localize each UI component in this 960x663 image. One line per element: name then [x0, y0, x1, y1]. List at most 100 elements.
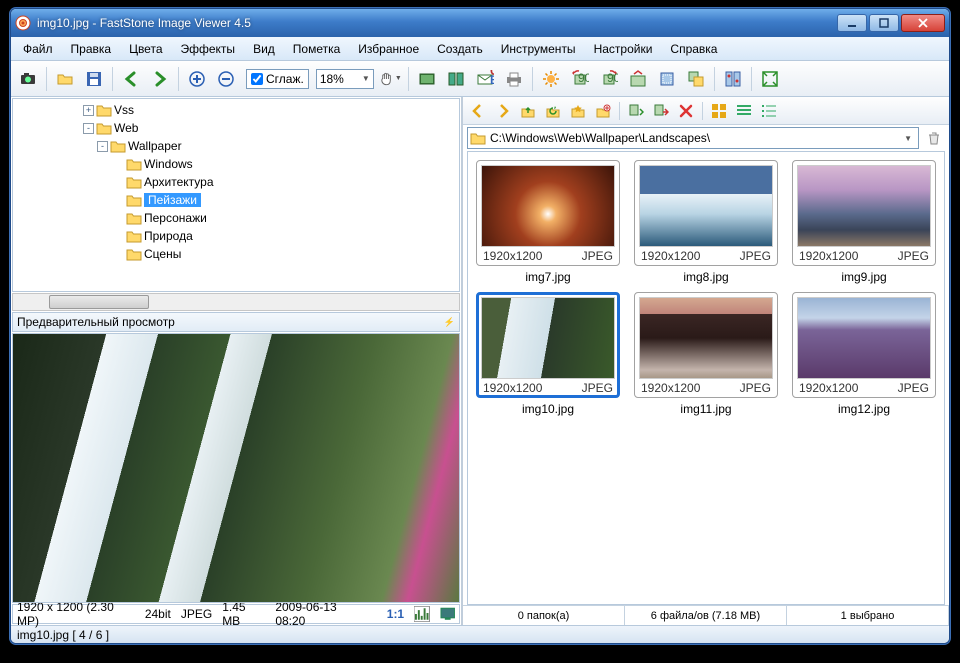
status-files: 6 файла/ов (7.18 MB)	[625, 606, 787, 625]
preview-pane[interactable]	[12, 333, 460, 603]
thumbnail[interactable]: 1920x1200JPEG img10.jpg	[476, 292, 620, 416]
preview-ratio-button[interactable]: 1:1	[387, 607, 404, 621]
tree-item[interactable]: -Wallpaper	[13, 137, 459, 155]
zoom-in-button[interactable]	[184, 66, 210, 92]
thumbnail[interactable]: 1920x1200JPEG img12.jpg	[792, 292, 936, 416]
delete-button[interactable]	[675, 100, 697, 122]
nav-up-button[interactable]	[517, 100, 539, 122]
thumbnail-format: JPEG	[898, 249, 929, 263]
menu-item[interactable]: Пометка	[285, 39, 349, 59]
open-button[interactable]	[52, 66, 78, 92]
thumbnail-grid[interactable]: 1920x1200JPEG img7.jpg 1920x1200JPEG img…	[467, 151, 945, 605]
tree-item[interactable]: Сцены	[13, 245, 459, 263]
histogram-icon[interactable]	[414, 606, 429, 622]
new-folder-button[interactable]	[592, 100, 614, 122]
fullscreen-button[interactable]	[757, 66, 783, 92]
title-bar[interactable]: img10.jpg - FastStone Image Viewer 4.5	[11, 9, 949, 37]
menu-item[interactable]: Справка	[662, 39, 725, 59]
move-to-button[interactable]	[650, 100, 672, 122]
menu-item[interactable]: Файл	[15, 39, 61, 59]
left-panel: +Vss-Web-WallpaperWindowsАрхитектура Пейз…	[11, 97, 463, 625]
smooth-checkbox[interactable]: Сглаж.	[246, 69, 309, 89]
print-button[interactable]	[501, 66, 527, 92]
menu-item[interactable]: Создать	[429, 39, 491, 59]
thumbnail-image	[797, 165, 931, 247]
zoom-out-button[interactable]	[213, 66, 239, 92]
tree-item[interactable]: -Web	[13, 119, 459, 137]
thumbnail-image	[797, 297, 931, 379]
thumbnail-format: JPEG	[582, 381, 613, 395]
tree-item[interactable]: Архитектура	[13, 173, 459, 191]
expander-icon[interactable]: +	[83, 105, 94, 116]
email-button[interactable]: СВ	[472, 66, 498, 92]
menu-item[interactable]: Инструменты	[493, 39, 584, 59]
preview-date: 2009-06-13 08:20	[275, 600, 366, 628]
menu-item[interactable]: Вид	[245, 39, 283, 59]
tree-item-label: Персонажи	[144, 211, 207, 225]
copy-to-button[interactable]	[625, 100, 647, 122]
thumbnail[interactable]: 1920x1200JPEG img8.jpg	[634, 160, 778, 284]
tree-h-scrollbar[interactable]	[12, 293, 460, 311]
tree-item[interactable]: Природа	[13, 227, 459, 245]
expander-icon[interactable]: -	[83, 123, 94, 134]
tree-item[interactable]: Пейзажи	[13, 191, 459, 209]
close-button[interactable]	[901, 14, 945, 32]
zoom-combo[interactable]: 18%▼	[316, 69, 374, 89]
adjust-light-button[interactable]	[538, 66, 564, 92]
zoom-value: 18%	[320, 72, 344, 86]
thumbnail[interactable]: 1920x1200JPEG img7.jpg	[476, 160, 620, 284]
app-icon	[15, 15, 31, 31]
acquire-button[interactable]	[15, 66, 41, 92]
tree-item-label: Природа	[144, 229, 193, 243]
nav-back-button[interactable]	[467, 100, 489, 122]
next-button[interactable]	[147, 66, 173, 92]
folder-tree[interactable]: +Vss-Web-WallpaperWindowsАрхитектура Пейз…	[12, 98, 460, 292]
resize-button[interactable]	[625, 66, 651, 92]
compare-button[interactable]	[443, 66, 469, 92]
nav-favorite-button[interactable]	[567, 100, 589, 122]
path-dropdown-icon[interactable]: ▼	[900, 134, 916, 143]
save-button[interactable]	[81, 66, 107, 92]
menu-item[interactable]: Избранное	[350, 39, 427, 59]
tree-item-label: Сцены	[144, 247, 181, 261]
thumbnail-filename: img8.jpg	[634, 270, 778, 284]
thumbnail-resolution: 1920x1200	[483, 381, 542, 395]
expander-icon[interactable]: -	[97, 141, 108, 152]
maximize-button[interactable]	[869, 14, 899, 32]
thumbnail-format: JPEG	[740, 381, 771, 395]
nav-forward-button[interactable]	[492, 100, 514, 122]
path-field[interactable]: C:\Windows\Web\Wallpaper\Landscapes\ ▼	[467, 127, 919, 149]
tree-item[interactable]: Персонажи	[13, 209, 459, 227]
prev-button[interactable]	[118, 66, 144, 92]
view-details-button[interactable]	[733, 100, 755, 122]
preview-collapse-icon[interactable]: ⚡	[444, 317, 455, 328]
tree-item[interactable]: +Vss	[13, 101, 459, 119]
rotate-right-button[interactable]: 90	[596, 66, 622, 92]
thumbnail-resolution: 1920x1200	[799, 381, 858, 395]
menu-item[interactable]: Цвета	[121, 39, 170, 59]
thumbnail-image	[481, 165, 615, 247]
clone-button[interactable]	[683, 66, 709, 92]
thumbnail[interactable]: 1920x1200JPEG img9.jpg	[792, 160, 936, 284]
view-thumbs-button[interactable]	[708, 100, 730, 122]
thumbnail[interactable]: 1920x1200JPEG img11.jpg	[634, 292, 778, 416]
hand-tool-button[interactable]: ▼	[377, 66, 403, 92]
rotate-left-button[interactable]: 90	[567, 66, 593, 92]
nav-refresh-button[interactable]	[542, 100, 564, 122]
settings-button[interactable]	[720, 66, 746, 92]
svg-text:90: 90	[578, 71, 589, 85]
menu-item[interactable]: Правка	[63, 39, 120, 59]
menu-item[interactable]: Настройки	[586, 39, 661, 59]
main-toolbar: Сглаж. 18%▼ ▼ СВ 90 90	[11, 61, 949, 97]
recycle-bin-button[interactable]	[923, 127, 945, 149]
tree-item[interactable]: Windows	[13, 155, 459, 173]
minimize-button[interactable]	[837, 14, 867, 32]
thumbnail-resolution: 1920x1200	[641, 381, 700, 395]
preview-format: JPEG	[181, 607, 212, 621]
tree-item-label: Пейзажи	[144, 193, 201, 207]
view-list-button[interactable]	[758, 100, 780, 122]
menu-item[interactable]: Эффекты	[173, 39, 244, 59]
screen-icon[interactable]	[440, 606, 455, 622]
crop-button[interactable]	[654, 66, 680, 92]
slideshow-button[interactable]	[414, 66, 440, 92]
